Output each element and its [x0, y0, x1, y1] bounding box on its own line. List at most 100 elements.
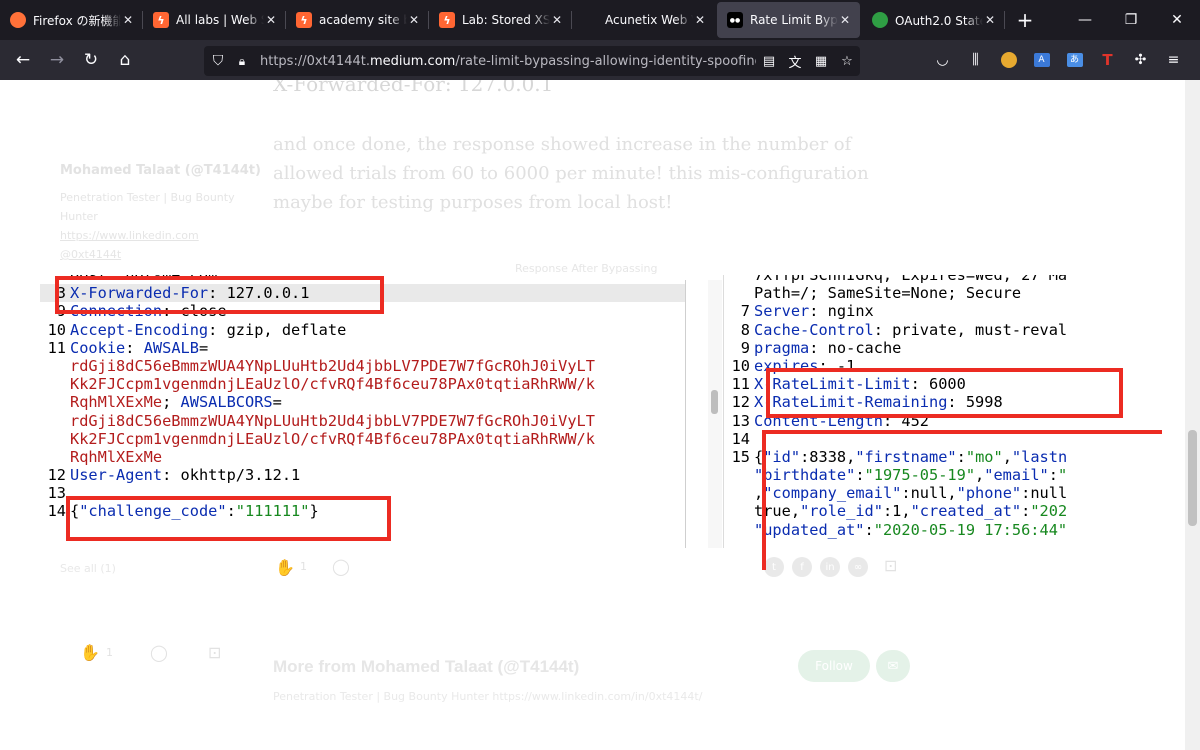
- code-token: :: [125, 338, 144, 357]
- bottom-clap-count: 1: [106, 646, 113, 659]
- code-token: Cookie: [70, 338, 126, 357]
- page-scrollbar[interactable]: [1185, 80, 1200, 750]
- response-line: 7 Server: nginx: [724, 302, 1163, 320]
- tab-title: Acunetix Web Vulnera: [605, 13, 693, 27]
- tab-2[interactable]: ϟ academy site bug✕: [286, 0, 429, 40]
- bottom-comment-icon[interactable]: ◯: [150, 643, 168, 662]
- tab-close-icon[interactable]: ✕: [838, 13, 852, 27]
- code-token: ;: [162, 393, 181, 412]
- translate-icon[interactable]: 文: [782, 52, 808, 71]
- code-token: AWSALBCORS: [180, 393, 273, 412]
- extension-localcdn-icon[interactable]: [992, 44, 1025, 76]
- clap-icon[interactable]: ✋: [275, 558, 295, 577]
- library-icon[interactable]: ⫼: [959, 44, 992, 76]
- forward-arrow-icon[interactable]: →: [40, 44, 74, 76]
- bottom-bookmark-icon[interactable]: ⊡: [208, 643, 221, 662]
- bottom-clap-icon[interactable]: ✋: [80, 643, 100, 662]
- qr-code-icon[interactable]: ▦: [808, 54, 834, 69]
- code-token: pragma: [754, 338, 810, 357]
- code-token: : nginx: [809, 302, 874, 321]
- code-token: Accept-Encoding: [70, 320, 209, 339]
- green-circle-icon: [872, 12, 888, 28]
- follow-button[interactable]: Follow: [798, 650, 870, 682]
- tab-1[interactable]: ϟ All labs | Web Sec✕: [143, 0, 286, 40]
- address-bar[interactable]: ⛉ 🔒︎ https://0xt4144t.medium.com/rate-li…: [204, 46, 860, 76]
- response-line: 9 pragma: no-cache: [724, 339, 1163, 357]
- lock-icon[interactable]: 🔒︎: [232, 54, 252, 69]
- extension-t-icon[interactable]: T: [1091, 44, 1124, 76]
- tab-title: OAuth2.0 State の: [895, 13, 983, 28]
- code-token: Kk2FJCcpm1vgenmdnjLEaUzlO/cfvRQf4Bf6ceu7…: [70, 429, 595, 448]
- extension-dictionary-icon[interactable]: あ: [1058, 44, 1091, 76]
- new-tab-button[interactable]: +: [1005, 0, 1045, 40]
- more-from-subtitle: Penetration Tester | Bug Bounty Hunter h…: [273, 690, 703, 703]
- article-paragraph: and once done, the response showed incre…: [273, 134, 869, 213]
- portswigger-icon: ϟ: [439, 12, 455, 28]
- request-line: 11 Cookie: AWSALB=: [40, 339, 685, 357]
- tab-close-icon[interactable]: ✕: [121, 13, 135, 27]
- code-token: Cache-Control: [754, 320, 874, 339]
- tab-4[interactable]: Acunetix Web Vulnera✕: [572, 0, 715, 40]
- extensions-puzzle-icon[interactable]: ✣: [1124, 44, 1157, 76]
- subscribe-mail-button[interactable]: ✉: [876, 650, 910, 682]
- reader-view-icon[interactable]: ▤: [756, 54, 782, 69]
- tab-6[interactable]: OAuth2.0 State の✕: [862, 0, 1005, 40]
- line-number: 7: [740, 302, 750, 321]
- menu-hamburger-icon[interactable]: ≡: [1157, 44, 1190, 76]
- see-all-link[interactable]: See all (1): [60, 562, 116, 575]
- author-link-linkedin[interactable]: https://www.linkedin.com: [60, 226, 260, 245]
- url-text[interactable]: https://0xt4144t.medium.com/rate-limit-b…: [252, 54, 756, 69]
- tab-close-icon[interactable]: ✕: [550, 13, 564, 27]
- request-line: RqhMlXExMe; AWSALBCORS=: [40, 393, 685, 411]
- line-number: 11: [47, 338, 66, 357]
- request-scrollbar: [708, 280, 722, 548]
- response-line: 8 Cache-Control: private, must-reval: [724, 321, 1163, 339]
- pocket-icon[interactable]: ◡: [926, 44, 959, 76]
- request-line: Kk2FJCcpm1vgenmdnjLEaUzlO/cfvRQf4Bf6ceu7…: [40, 375, 685, 393]
- author-bio: Penetration Tester | Bug Bounty Hunter h…: [60, 188, 260, 264]
- tab-title: Rate Limit Bypass: [750, 13, 838, 27]
- minimize-icon[interactable]: —: [1062, 0, 1108, 40]
- more-from-title[interactable]: More from Mohamed Talaat (@T4144t): [273, 657, 579, 677]
- request-line: 10 Accept-Encoding: gzip, deflate: [40, 321, 685, 339]
- tab-0[interactable]: Firefox の新機能 - ✕: [0, 0, 143, 40]
- page-scrollbar-thumb[interactable]: [1188, 430, 1197, 526]
- reload-icon[interactable]: ↻: [74, 44, 108, 76]
- tracking-protection-shield-icon[interactable]: ⛉: [204, 53, 232, 69]
- code-token: RqhMlXExMe: [70, 393, 163, 412]
- tab-title: All labs | Web Sec: [176, 13, 264, 27]
- image-caption: Response After Bypassing: [515, 262, 658, 275]
- request-line: Kk2FJCcpm1vgenmdnjLEaUzlO/cfvRQf4Bf6ceu7…: [40, 430, 685, 448]
- tab-3[interactable]: ϟ Lab: Stored XSS in✕: [429, 0, 572, 40]
- tab-5[interactable]: ●● Rate Limit Bypass✕: [717, 2, 860, 38]
- code-token: : no-cache: [809, 338, 902, 357]
- author-name[interactable]: Mohamed Talaat (@T4144t): [60, 163, 261, 178]
- home-icon[interactable]: ⌂: [108, 44, 142, 76]
- code-token: 7xTfpFSChhIGkq; Expires=Wed, 27 Ma: [754, 275, 1068, 284]
- tab-close-icon[interactable]: ✕: [407, 13, 421, 27]
- tab-title: academy site bug: [319, 13, 407, 27]
- portswigger-icon: ϟ: [153, 12, 169, 28]
- bookmark-star-icon[interactable]: ☆: [834, 54, 860, 69]
- highlight-box-ratelimit: [766, 368, 1123, 418]
- author-link-handle[interactable]: @0xt4144t: [60, 245, 260, 264]
- close-window-icon[interactable]: ✕: [1154, 0, 1200, 40]
- comment-icon[interactable]: ◯: [332, 557, 350, 576]
- line-number: 11: [731, 375, 750, 394]
- tab-close-icon[interactable]: ✕: [264, 13, 278, 27]
- code-token: : okhttp/3.12.1: [162, 466, 301, 485]
- window-controls: — ❐ ✕: [1062, 0, 1200, 40]
- code-token: RqhMlXExMe: [70, 447, 163, 466]
- extension-translate-icon[interactable]: A: [1025, 44, 1058, 76]
- tab-close-icon[interactable]: ✕: [693, 13, 707, 27]
- restore-icon[interactable]: ❐: [1108, 0, 1154, 40]
- code-token: Server: [754, 302, 810, 321]
- line-number: 15: [731, 447, 750, 466]
- tab-close-icon[interactable]: ✕: [983, 13, 997, 27]
- code-token: =: [198, 338, 209, 357]
- back-arrow-icon[interactable]: ←: [6, 44, 40, 76]
- highlight-box-challenge-code: [66, 496, 391, 541]
- article-page: X-Forwarded-For: 127.0.0.1 and once done…: [0, 80, 1185, 750]
- highlight-box-forwarded-for: [55, 276, 384, 314]
- blank-favicon-icon: [582, 12, 598, 28]
